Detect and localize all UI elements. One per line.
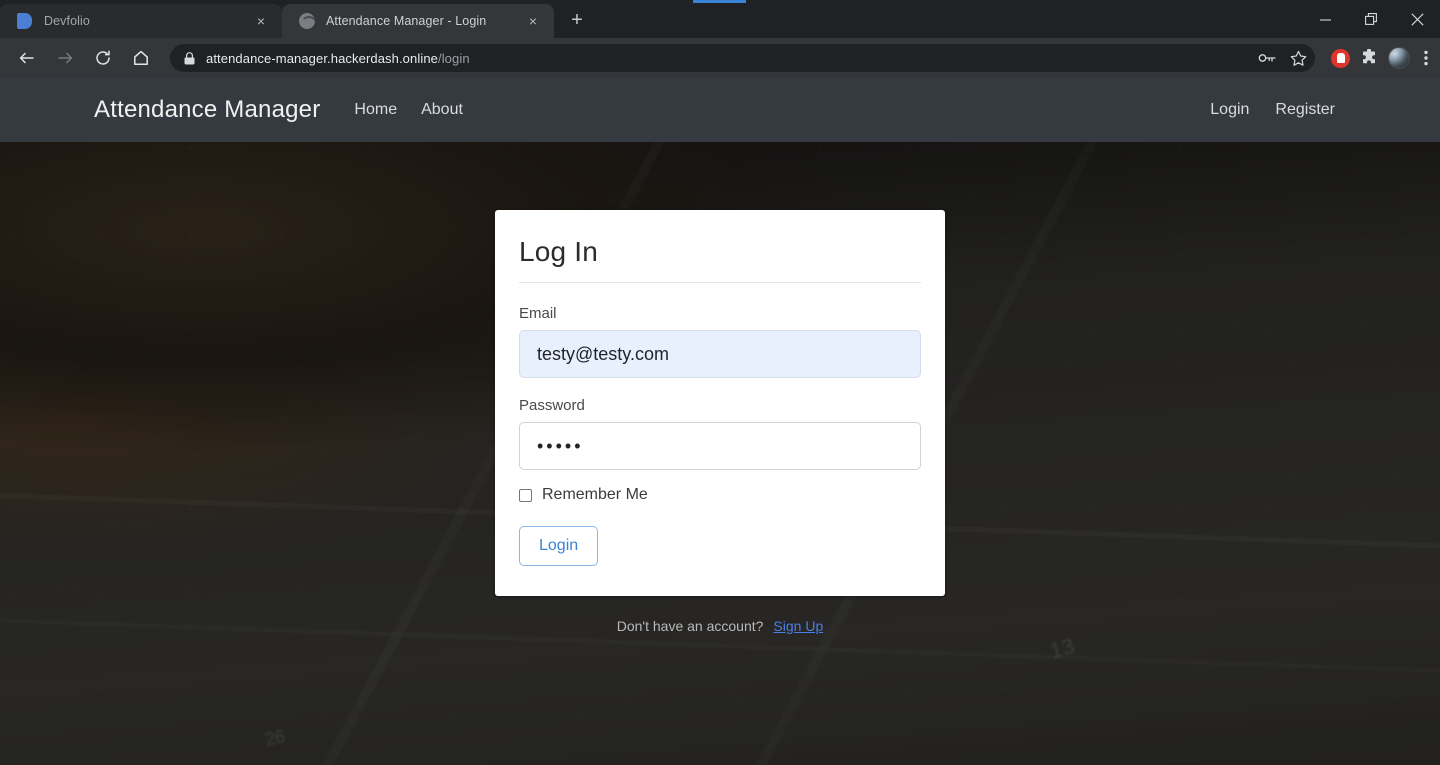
kebab-menu-glyph bbox=[1424, 50, 1428, 66]
nav-link-login[interactable]: Login bbox=[1210, 101, 1249, 119]
signup-prompt-row: Don't have an account? Sign Up bbox=[617, 618, 823, 634]
brand-title[interactable]: Attendance Manager bbox=[94, 96, 320, 124]
page-title: Log In bbox=[519, 236, 599, 267]
nav-link-about[interactable]: About bbox=[421, 101, 463, 119]
forward-arrow-icon bbox=[58, 52, 73, 64]
address-bar[interactable]: attendance-manager.hackerdash.online/log… bbox=[170, 44, 1315, 72]
key-icon[interactable] bbox=[1258, 51, 1276, 65]
lock-glyph bbox=[184, 51, 194, 64]
minimize-icon bbox=[1319, 18, 1331, 21]
url-domain: attendance-manager.hackerdash.online bbox=[206, 50, 438, 66]
login-area: Log In Email Password Remember Me Login bbox=[0, 142, 1440, 634]
password-input[interactable] bbox=[519, 422, 921, 470]
email-input[interactable] bbox=[519, 330, 921, 378]
nav-link-register[interactable]: Register bbox=[1275, 101, 1335, 119]
email-label: Email bbox=[519, 305, 557, 322]
restore-icon bbox=[1364, 12, 1377, 25]
url-path: /login bbox=[437, 50, 470, 66]
primary-nav: Home About bbox=[354, 101, 463, 119]
reload-icon bbox=[96, 50, 110, 65]
browser-window: Devfolio × Attendance Manager - Login × … bbox=[0, 0, 1440, 765]
browser-tab-attendance-manager[interactable]: Attendance Manager - Login × bbox=[282, 4, 554, 38]
lock-icon bbox=[182, 51, 196, 65]
three-dot-menu-icon[interactable] bbox=[1420, 50, 1432, 66]
adblock-icon[interactable] bbox=[1331, 48, 1350, 68]
url-text: attendance-manager.hackerdash.online/log… bbox=[206, 51, 470, 66]
omnibox-actions bbox=[1258, 50, 1307, 67]
auth-nav: Login Register bbox=[1210, 101, 1440, 119]
minimize-button[interactable] bbox=[1302, 0, 1348, 38]
close-window-button[interactable] bbox=[1394, 0, 1440, 38]
remember-me-row[interactable]: Remember Me bbox=[519, 486, 921, 504]
close-icon bbox=[1410, 12, 1424, 26]
email-field-group: Email bbox=[519, 305, 921, 378]
tab-title: Devfolio bbox=[44, 14, 90, 28]
profile-avatar[interactable] bbox=[1388, 47, 1410, 69]
close-icon[interactable]: × bbox=[250, 10, 272, 32]
devfolio-icon bbox=[16, 13, 33, 30]
background-calendar-mark: 26 bbox=[263, 726, 287, 750]
home-icon bbox=[134, 50, 148, 65]
browser-toolbar: attendance-manager.hackerdash.online/log… bbox=[0, 38, 1440, 78]
window-controls bbox=[1302, 0, 1440, 38]
forward-button[interactable] bbox=[49, 42, 81, 74]
password-key-glyph bbox=[1258, 54, 1276, 62]
browser-tab-devfolio[interactable]: Devfolio × bbox=[0, 4, 282, 38]
globe-icon bbox=[298, 13, 315, 30]
star-icon[interactable] bbox=[1290, 50, 1307, 67]
password-label: Password bbox=[519, 397, 585, 414]
tab-strip: Devfolio × Attendance Manager - Login × … bbox=[0, 0, 1440, 38]
home-button[interactable] bbox=[125, 42, 157, 74]
signup-link[interactable]: Sign Up bbox=[773, 618, 823, 634]
site-navbar: Attendance Manager Home About Login Regi… bbox=[0, 78, 1440, 142]
signup-prompt-text: Don't have an account? bbox=[616, 618, 764, 634]
puzzle-glyph bbox=[1363, 49, 1375, 64]
login-submit-button[interactable]: Login bbox=[519, 526, 599, 566]
password-field-group: Password bbox=[519, 397, 921, 470]
back-button[interactable] bbox=[11, 42, 43, 74]
remember-me-label: Remember Me bbox=[542, 486, 648, 503]
new-tab-button[interactable]: + bbox=[562, 5, 592, 35]
back-arrow-icon bbox=[19, 52, 34, 64]
reload-button[interactable] bbox=[87, 42, 119, 74]
title-divider bbox=[519, 282, 921, 283]
close-icon[interactable]: × bbox=[522, 10, 544, 32]
extension-icons bbox=[1323, 47, 1432, 69]
extensions-puzzle-icon[interactable] bbox=[1360, 49, 1378, 67]
bookmark-star-glyph bbox=[1290, 50, 1307, 66]
tab-title: Attendance Manager - Login bbox=[326, 14, 487, 28]
page-viewport: 20 13 26 Attendance Manager Home About L… bbox=[0, 78, 1440, 765]
remember-me-checkbox[interactable] bbox=[519, 488, 532, 502]
maximize-restore-button[interactable] bbox=[1348, 0, 1394, 38]
nav-link-home[interactable]: Home bbox=[354, 101, 397, 119]
login-card: Log In Email Password Remember Me Login bbox=[495, 210, 945, 596]
page-load-indicator bbox=[693, 0, 746, 3]
